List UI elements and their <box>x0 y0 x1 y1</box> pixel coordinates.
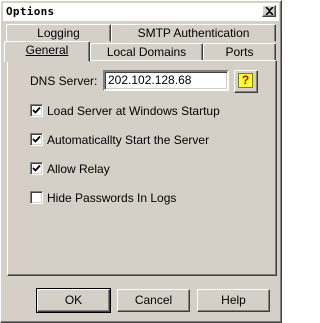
cancel-button[interactable]: Cancel <box>117 289 190 312</box>
question-mark-icon: ? <box>238 73 253 88</box>
dns-server-label: DNS Server: <box>30 74 98 88</box>
tab-logging-label: Logging <box>37 26 80 40</box>
tab-ports-label: Ports <box>225 45 254 59</box>
checkmark-icon <box>32 135 41 143</box>
help-button[interactable]: Help <box>197 289 270 312</box>
tab-smtp-authentication[interactable]: SMTP Authentication <box>111 24 276 42</box>
ok-button[interactable]: OK <box>36 288 111 313</box>
options-dialog: Options Logging SMTP Authentication Gene… <box>0 0 282 323</box>
window-title: Options <box>6 5 55 18</box>
tab-general-label: General <box>25 43 69 57</box>
tab-ports[interactable]: Ports <box>203 43 276 61</box>
tab-local-domains-label: Local Domains <box>106 45 187 59</box>
close-button[interactable] <box>262 5 276 17</box>
tab-general[interactable]: General <box>4 41 90 62</box>
dns-server-input[interactable]: 202.102.128.68 <box>103 70 229 91</box>
close-icon <box>265 7 274 15</box>
auto-start-label: Automaticallty Start the Server <box>47 133 210 147</box>
hide-passwords-checkbox[interactable] <box>30 191 43 204</box>
title-bar: Options <box>3 3 279 21</box>
general-panel: DNS Server: 202.102.128.68 ? Load Server… <box>7 60 277 276</box>
load-at-startup-checkbox[interactable] <box>30 104 43 117</box>
tab-smtp-authentication-label: SMTP Authentication <box>137 26 250 40</box>
tab-local-domains[interactable]: Local Domains <box>90 43 203 61</box>
tab-logging[interactable]: Logging <box>6 24 111 42</box>
checkmark-icon <box>32 106 41 114</box>
load-at-startup-label: Load Server at Windows Startup <box>47 104 220 118</box>
hide-passwords-label: Hide Passwords In Logs <box>47 191 177 205</box>
allow-relay-label: Allow Relay <box>47 162 110 176</box>
auto-start-checkbox[interactable] <box>30 133 43 146</box>
checkmark-icon <box>32 164 41 172</box>
dns-help-button[interactable]: ? <box>234 70 258 93</box>
allow-relay-checkbox[interactable] <box>30 162 43 175</box>
